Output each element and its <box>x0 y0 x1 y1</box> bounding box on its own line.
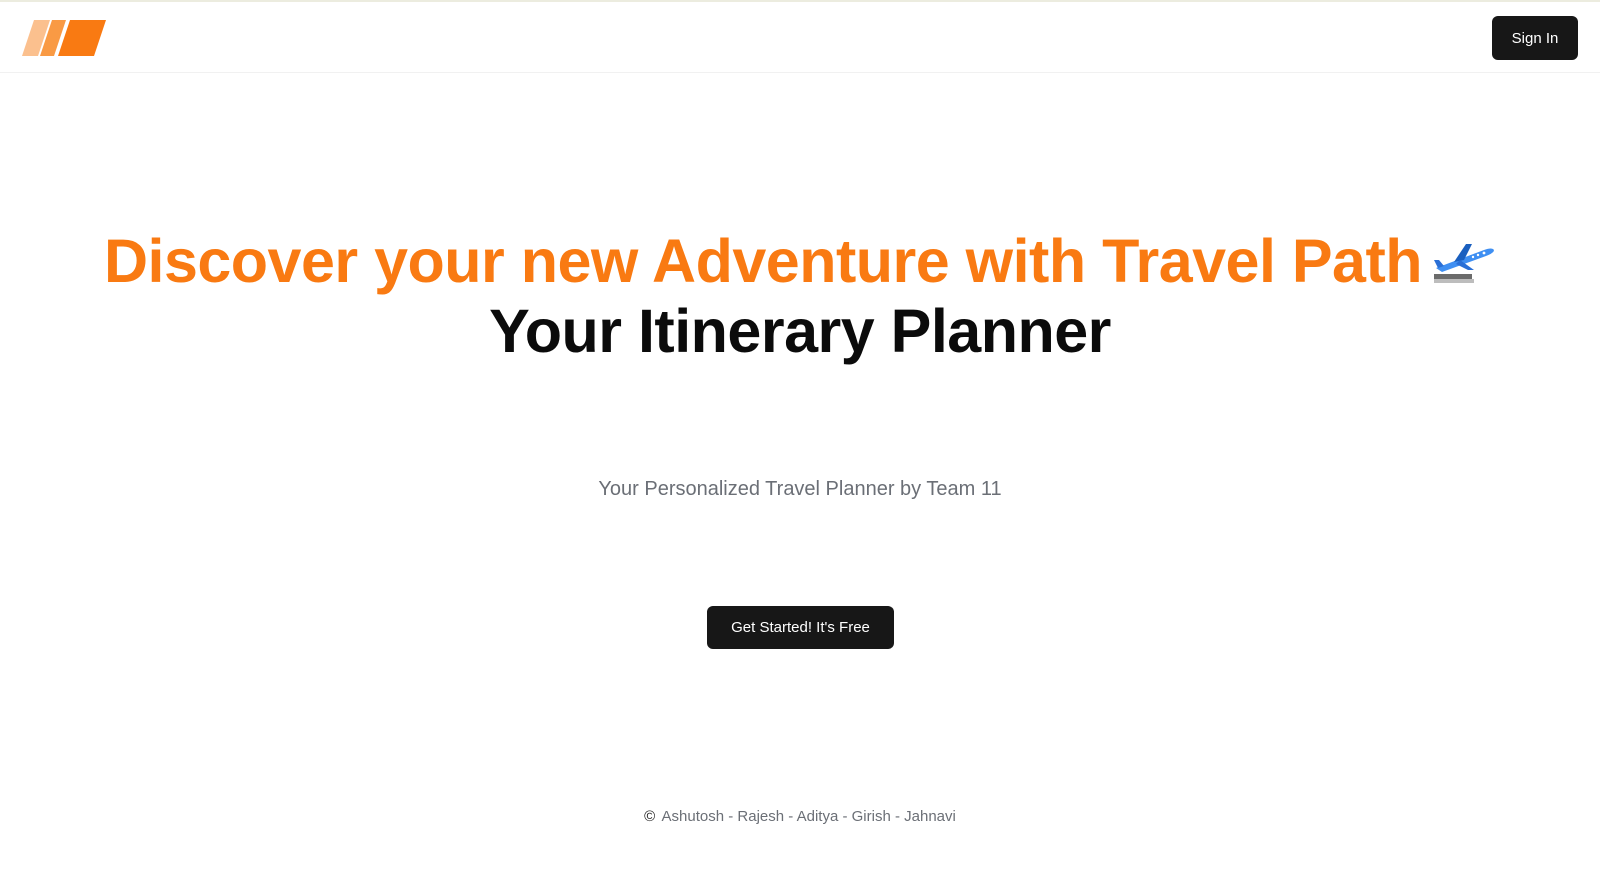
sign-in-button[interactable]: Sign In <box>1492 16 1578 60</box>
tagline: Your Personalized Travel Planner by Team… <box>598 478 1002 500</box>
footer-credits: Ashutosh - Rajesh - Aditya - Girish - Ja… <box>661 808 956 825</box>
footer: © Ashutosh - Rajesh - Aditya - Girish - … <box>0 808 1600 825</box>
airplane-icon <box>1434 244 1495 283</box>
copyright-icon: © <box>644 808 656 825</box>
hero-title-text: Discover your new Adventure with Travel … <box>103 227 1423 295</box>
hero: Discover your new Adventure with Travel … <box>0 226 1600 366</box>
hero-title: Discover your new Adventure with Travel … <box>0 226 1600 296</box>
get-started-button[interactable]: Get Started! It's Free <box>707 606 894 649</box>
hero-subtitle: Your Itinerary Planner <box>489 297 1111 365</box>
landing-page: Sign In Discover your new Adventure with… <box>0 0 1600 870</box>
stripes-logo-icon[interactable] <box>22 20 106 56</box>
header: Sign In <box>0 2 1600 73</box>
